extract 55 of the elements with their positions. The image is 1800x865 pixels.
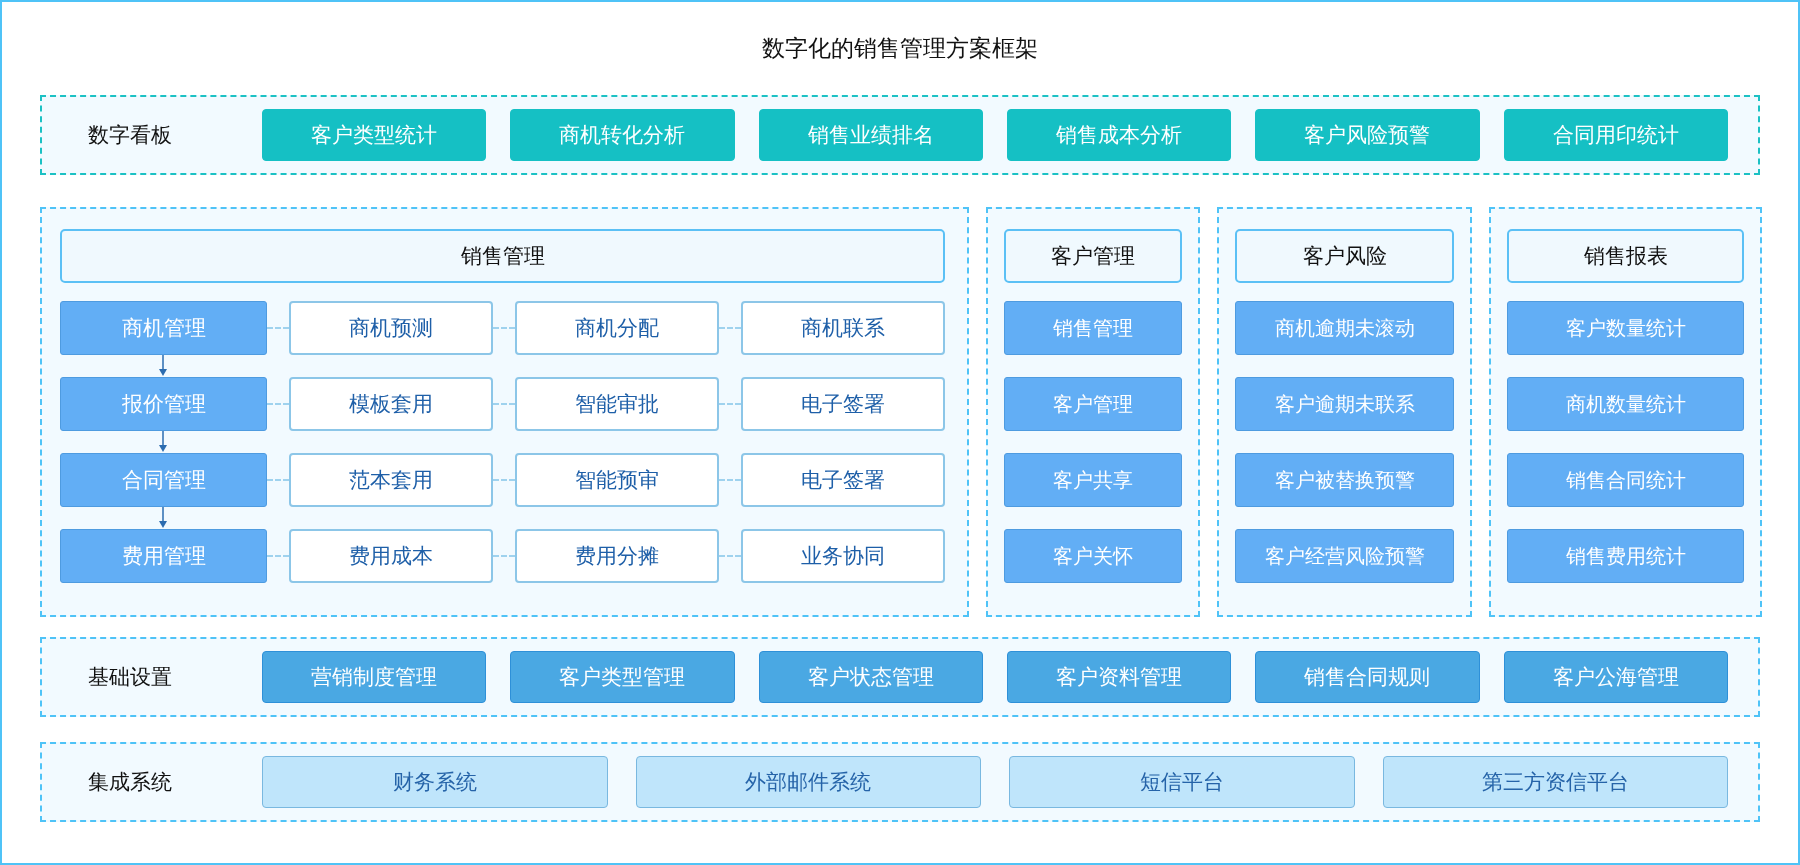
process-stage-box: 商机管理	[60, 301, 267, 355]
module-box: 客户类型管理	[510, 651, 735, 703]
module-box: 第三方资信平台	[1382, 756, 1728, 808]
module-box: 销售业绩排名	[758, 109, 983, 161]
module-box: 销售费用统计	[1507, 529, 1744, 583]
module-box: 外部邮件系统	[635, 756, 981, 808]
module-box: 客户被替换预警	[1235, 453, 1454, 507]
task-box: 商机分配	[515, 301, 719, 355]
module-box: 客户类型统计	[262, 109, 487, 161]
process-stage-box: 合同管理	[60, 453, 267, 507]
task-box: 范本套用	[289, 453, 493, 507]
module-box: 客户关怀	[1004, 529, 1182, 583]
module-box: 客户管理	[1004, 377, 1182, 431]
task-box: 业务协同	[741, 529, 945, 583]
module-box: 短信平台	[1009, 756, 1355, 808]
task-box: 模板套用	[289, 377, 493, 431]
down-arrow-icon	[158, 355, 168, 377]
process-stage-box: 报价管理	[60, 377, 267, 431]
diagram-title: 数字化的销售管理方案框架	[762, 34, 1038, 63]
panel-title: 销售报表	[1507, 229, 1744, 283]
module-box: 客户经营风险预警	[1235, 529, 1454, 583]
module-box: 商机数量统计	[1507, 377, 1744, 431]
down-arrow-icon	[158, 507, 168, 529]
module-box: 客户状态管理	[758, 651, 983, 703]
task-box: 费用分摊	[515, 529, 719, 583]
section-label: 基础设置	[88, 664, 173, 691]
task-box: 智能预审	[515, 453, 719, 507]
module-box: 销售合同规则	[1255, 651, 1480, 703]
module-box: 商机逾期未滚动	[1235, 301, 1454, 355]
task-box: 智能审批	[515, 377, 719, 431]
task-box: 商机预测	[289, 301, 493, 355]
module-box: 客户共享	[1004, 453, 1182, 507]
task-box: 电子签署	[741, 453, 945, 507]
module-box: 客户逾期未联系	[1235, 377, 1454, 431]
module-box: 销售合同统计	[1507, 453, 1744, 507]
module-box: 销售管理	[1004, 301, 1182, 355]
panel-title: 客户风险	[1235, 229, 1454, 283]
down-arrow-icon	[158, 431, 168, 453]
panel-title: 销售管理	[60, 229, 945, 283]
task-box: 商机联系	[741, 301, 945, 355]
module-box: 客户风险预警	[1255, 109, 1480, 161]
section-label: 数字看板	[88, 122, 173, 149]
module-box: 客户数量统计	[1507, 301, 1744, 355]
panel-title: 客户管理	[1004, 229, 1182, 283]
module-box: 商机转化分析	[510, 109, 735, 161]
module-box: 销售成本分析	[1007, 109, 1232, 161]
module-box: 合同用印统计	[1503, 109, 1728, 161]
process-stage-box: 费用管理	[60, 529, 267, 583]
task-box: 费用成本	[289, 529, 493, 583]
section-label: 集成系统	[88, 769, 173, 796]
module-box: 客户资料管理	[1007, 651, 1232, 703]
task-box: 电子签署	[741, 377, 945, 431]
module-box: 客户公海管理	[1503, 651, 1728, 703]
module-box: 营销制度管理	[262, 651, 487, 703]
module-box: 财务系统	[262, 756, 608, 808]
